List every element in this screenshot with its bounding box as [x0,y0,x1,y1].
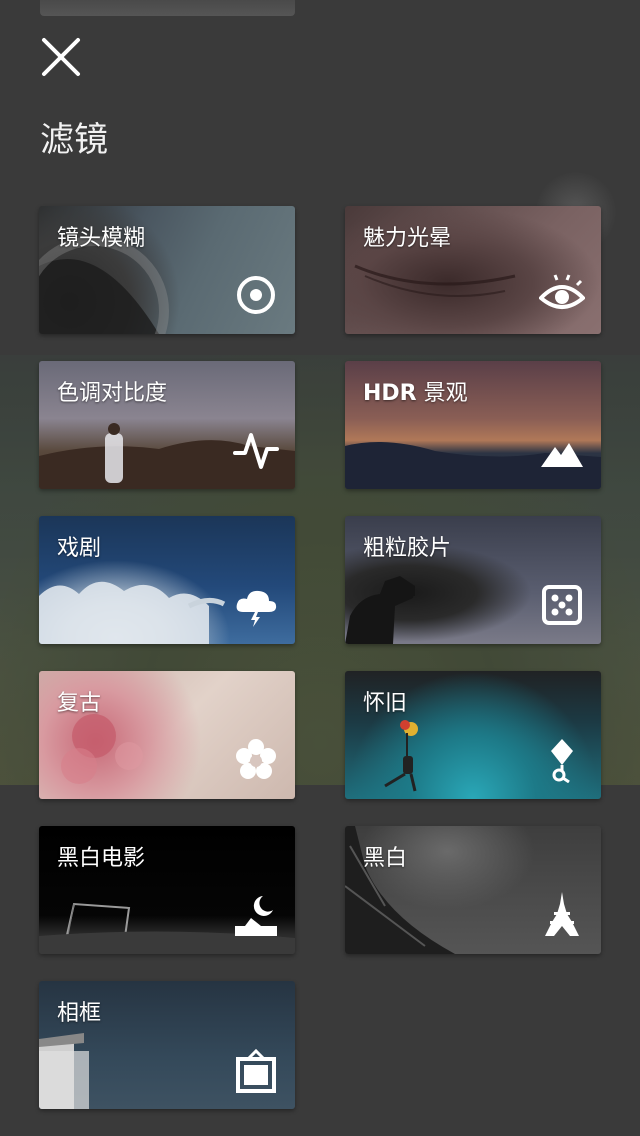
filter-vintage[interactable]: 复古 [39,671,295,799]
filter-grainy-film[interactable]: 粗粒胶片 [345,516,601,644]
tile-label: 戏剧 [57,536,102,561]
frame-icon [233,1047,279,1093]
tile-label: 怀旧 [363,691,408,716]
eiffel-tower-icon [539,892,585,938]
filter-noir[interactable]: 黑白电影 [39,826,295,954]
filter-frames[interactable]: 相框 [39,981,295,1109]
flower-icon [233,737,279,783]
previous-panel-edge [40,0,295,16]
filter-tonal-contrast[interactable]: 色调对比度 [39,361,295,489]
storm-cloud-icon [233,582,279,628]
filter-glamour-glow[interactable]: 魅力光晕 [345,206,601,334]
tile-label: 黑白 [363,846,408,871]
tile-label-rest: 景观 [416,381,468,406]
tile-label: 镜头模糊 [57,226,146,251]
filter-lens-blur[interactable]: 镜头模糊 [39,206,295,334]
tile-label: 魅力光晕 [363,226,452,251]
kite-icon [539,737,585,783]
tile-label-bold: HDR [363,381,417,406]
filter-retrolux[interactable]: 怀旧 [345,671,601,799]
tile-label: 复古 [57,691,102,716]
tile-label: 粗粒胶片 [363,536,452,561]
tile-label: 黑白电影 [57,846,146,871]
close-icon [42,38,80,76]
eye-icon [539,272,585,318]
moon-icon [233,892,279,938]
filter-hdr-scape[interactable]: HDR 景观 [345,361,601,489]
target-icon [233,272,279,318]
page-title: 滤镜 [40,120,108,160]
tile-label: 相框 [57,1001,102,1026]
tile-label: HDR 景观 [363,375,468,407]
mountain-icon [539,427,585,473]
dice-icon [539,582,585,628]
filter-black-white[interactable]: 黑白 [345,826,601,954]
pulse-icon [233,427,279,473]
tile-label: 色调对比度 [57,381,168,406]
close-button[interactable] [38,34,84,80]
filter-drama[interactable]: 戏剧 [39,516,295,644]
